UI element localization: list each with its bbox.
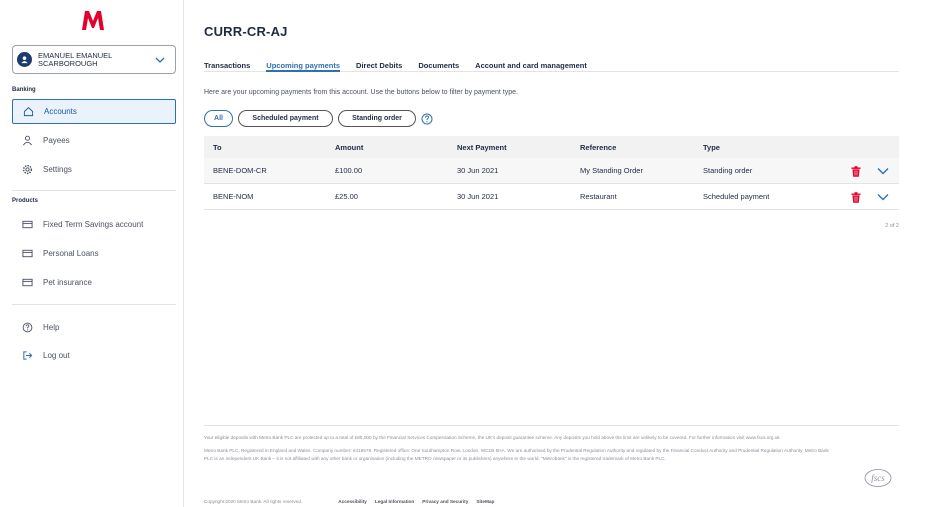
trash-icon[interactable] (851, 192, 861, 203)
sidebar-item-pet-insurance[interactable]: Pet insurance (12, 270, 176, 295)
person-icon (23, 135, 32, 146)
card-icon (22, 220, 33, 229)
header-type: Type (703, 142, 720, 152)
sidebar-item-label: Settings (43, 165, 72, 174)
card-icon (22, 278, 33, 287)
sidebar-item-payees[interactable]: Payees (12, 128, 176, 153)
chevron-down-icon (155, 57, 165, 63)
account-title: CURR-CR-AJ (204, 24, 288, 39)
sidebar-item-label: Help (43, 323, 60, 332)
chevron-down-icon[interactable] (877, 193, 889, 201)
home-icon (23, 107, 34, 117)
sidebar-item-personal-loans[interactable]: Personal Loans (12, 241, 176, 266)
cell-type: Scheduled payment (703, 192, 770, 201)
user-selector[interactable]: EMANUEL EMANUEL SCARBOROUGH (12, 45, 176, 74)
help-icon[interactable] (421, 113, 433, 125)
intro-text: Here are your upcoming payments from thi… (204, 89, 518, 96)
sidebar-item-label: Pet insurance (43, 278, 92, 287)
table-row[interactable]: BENE-DOM-CR £100.00 30 Jun 2021 My Stand… (204, 158, 899, 184)
fscs-disclaimer: Your eligible deposits with Metro Bank P… (204, 435, 780, 440)
table-row[interactable]: BENE-NOM £25.00 30 Jun 2021 Restaurant S… (204, 184, 899, 210)
filter-scheduled-payment-button[interactable]: Scheduled payment (238, 110, 333, 127)
sidebar-item-log-out[interactable]: Log out (12, 343, 176, 368)
logout-icon (23, 351, 33, 360)
filter-bar: All Scheduled payment Standing order (204, 110, 433, 127)
header-next-payment: Next Payment (457, 142, 507, 152)
sidebar-item-label: Fixed Term Savings account (43, 220, 144, 229)
chevron-down-icon[interactable] (877, 167, 889, 175)
tab-account-card-management[interactable]: Account and card management (475, 44, 587, 72)
footer: Your eligible deposits with Metro Bank P… (204, 425, 899, 504)
table-header: To Amount Next Payment Reference Type (204, 136, 899, 158)
cell-type: Standing order (703, 166, 753, 175)
header-amount: Amount (335, 142, 364, 152)
sidebar-divider (12, 190, 176, 191)
company-info: Metro Bank PLC. Registered in England an… (204, 447, 829, 462)
sidebar-item-label: Payees (43, 136, 70, 145)
tab-direct-debits[interactable]: Direct Debits (356, 44, 402, 72)
trash-icon[interactable] (851, 166, 861, 177)
tab-bar: Transactions Upcoming payments Direct De… (204, 44, 899, 72)
sidebar-item-fixed-term-savings[interactable]: Fixed Term Savings account (12, 212, 176, 237)
footer-link-privacy-security[interactable]: Privacy and Security (422, 499, 468, 504)
help-icon (22, 322, 33, 333)
pagination-count: 2 of 2 (885, 223, 899, 229)
sidebar: EMANUEL EMANUEL SCARBOROUGH Banking Acco… (0, 0, 184, 507)
sidebar-item-label: Personal Loans (43, 249, 99, 258)
gear-icon (22, 164, 33, 175)
cell-next-payment: 30 Jun 2021 (457, 166, 499, 175)
header-reference: Reference (580, 142, 617, 152)
cell-next-payment: 30 Jun 2021 (457, 192, 499, 201)
cell-reference: My Standing Order (580, 166, 643, 175)
cell-reference: Restaurant (580, 192, 617, 201)
sidebar-item-label: Accounts (44, 107, 77, 116)
sidebar-item-label: Log out (43, 351, 70, 360)
fscs-logo-text: fscs (871, 473, 885, 483)
sidebar-item-accounts[interactable]: Accounts (12, 99, 176, 124)
footer-link-legal-information[interactable]: Legal Information (375, 499, 414, 504)
tab-upcoming-payments[interactable]: Upcoming payments (266, 44, 341, 72)
cell-amount: £25.00 (335, 192, 358, 201)
tab-transactions[interactable]: Transactions (204, 44, 250, 72)
sidebar-item-help[interactable]: Help (12, 315, 176, 340)
user-icon (17, 52, 32, 67)
sidebar-item-settings[interactable]: Settings (12, 157, 176, 182)
footer-link-accessibility[interactable]: Accessibility (338, 499, 367, 504)
footer-links: Copyright 2020 Metro Bank. All rights re… (204, 499, 494, 504)
products-section-label: Products (12, 198, 39, 204)
payments-table: To Amount Next Payment Reference Type BE… (204, 136, 899, 210)
footer-link-sitemap[interactable]: SiteMap (476, 499, 494, 504)
copyright: Copyright 2020 Metro Bank. All rights re… (204, 499, 303, 504)
banking-section-label: Banking (12, 87, 36, 93)
fscs-logo: fscs (864, 469, 892, 487)
cell-to: BENE-NOM (213, 192, 254, 201)
cell-amount: £100.00 (335, 166, 363, 175)
sidebar-divider (12, 304, 176, 305)
filter-standing-order-button[interactable]: Standing order (338, 110, 416, 127)
card-icon (22, 249, 33, 258)
metro-bank-logo[interactable] (80, 9, 106, 31)
header-to: To (213, 142, 222, 152)
user-name: EMANUEL EMANUEL SCARBOROUGH (38, 50, 113, 68)
tab-documents[interactable]: Documents (418, 44, 459, 72)
filter-all-button[interactable]: All (204, 110, 233, 127)
cell-to: BENE-DOM-CR (213, 166, 267, 175)
